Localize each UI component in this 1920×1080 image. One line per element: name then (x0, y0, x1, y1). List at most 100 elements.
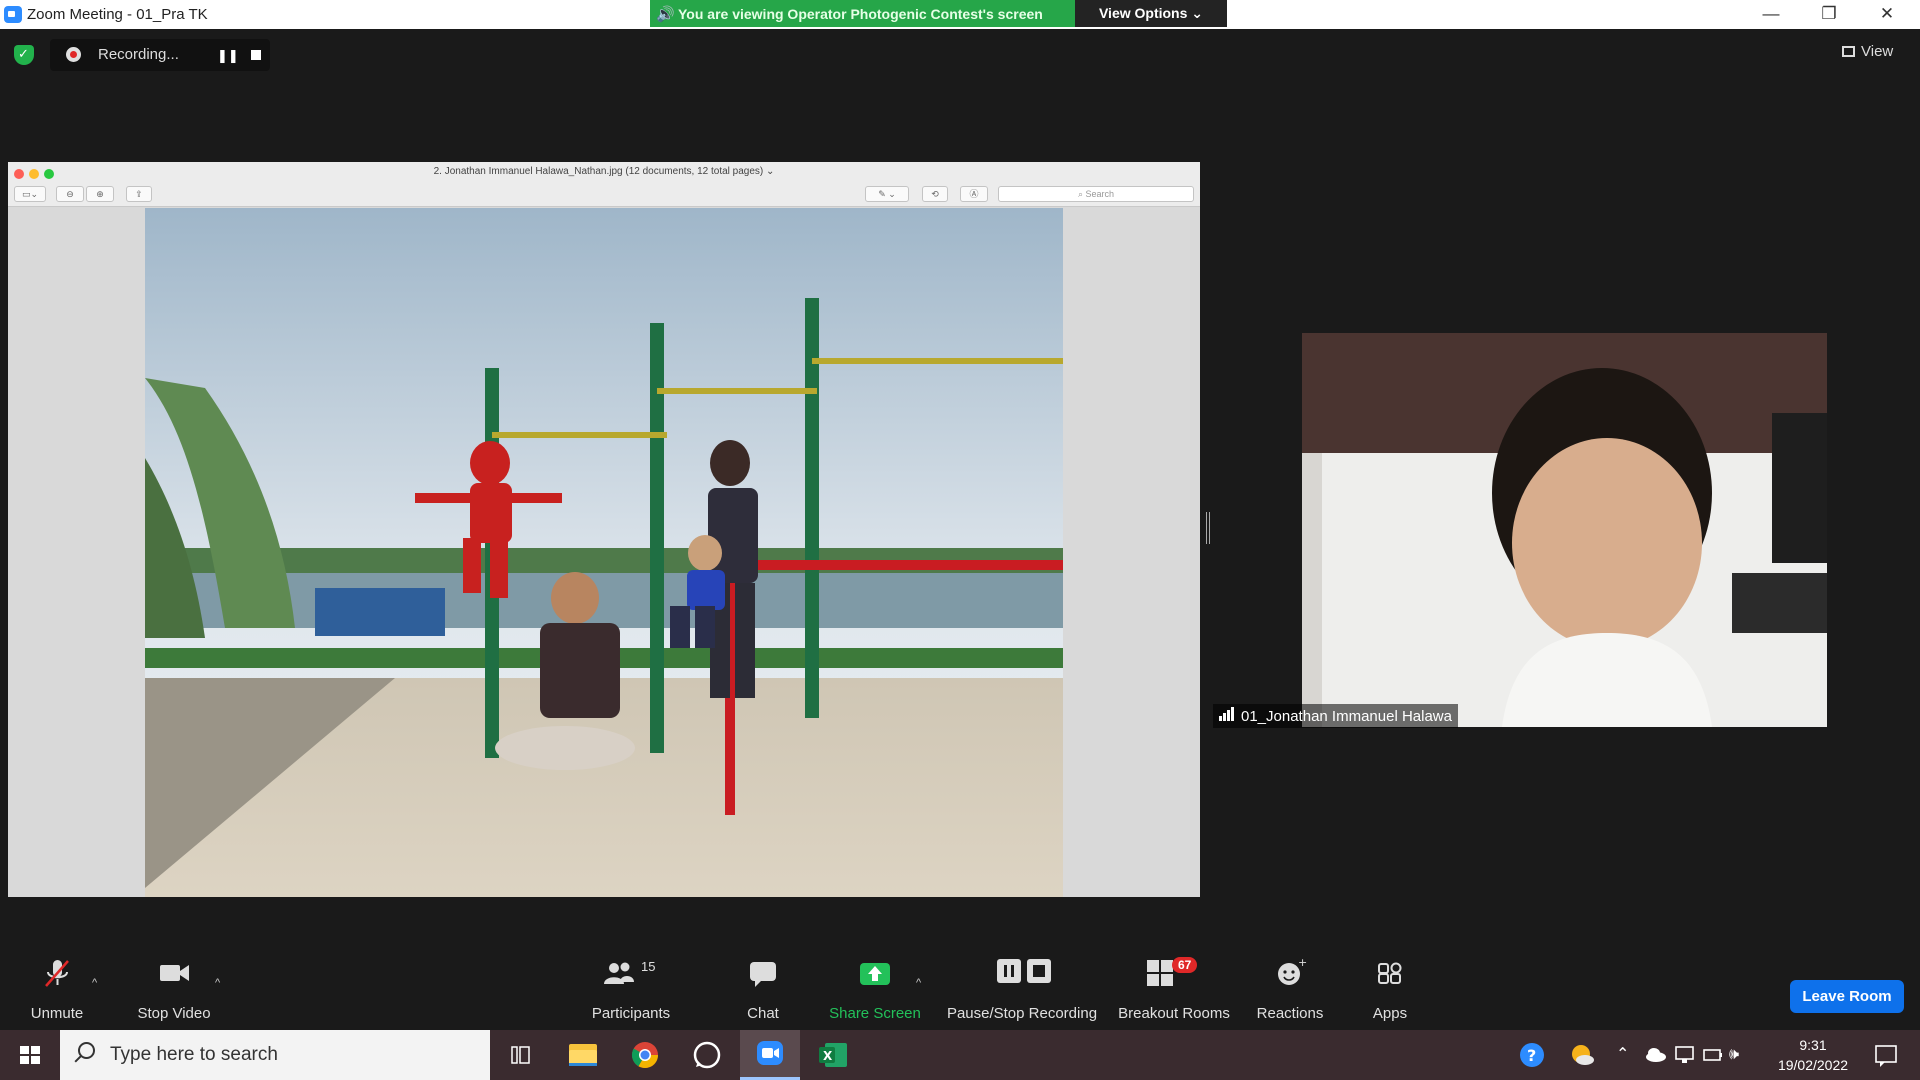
chat-label: Chat (747, 1005, 779, 1022)
help-icon[interactable]: ? (1517, 1030, 1547, 1080)
search-icon (78, 1042, 95, 1059)
participants-label: Participants (591, 1005, 671, 1022)
breakout-rooms-label: Breakout Rooms (1118, 1005, 1230, 1022)
whatsapp-icon (693, 1041, 721, 1069)
file-explorer-button[interactable] (553, 1030, 613, 1080)
zoom-out-icon: ⊖ (56, 186, 84, 202)
muted-mic-icon (39, 955, 75, 991)
document-title: 2. Jonathan Immanuel Halawa_Nathan.jpg (… (433, 166, 775, 177)
excel-button[interactable]: X (803, 1030, 863, 1080)
reactions-label: Reactions (1256, 1005, 1324, 1022)
svg-text:?: ? (1527, 1046, 1536, 1065)
screen-share-banner: 🔊 You are viewing Operator Photogenic Co… (650, 0, 1075, 27)
title-bar: Zoom Meeting - 01_Pra TK 🔊 You are viewi… (0, 0, 1920, 29)
svg-text:+: + (1298, 956, 1307, 969)
windows-logo-icon (20, 1046, 40, 1064)
breakout-rooms-button[interactable]: 67 Breakout Rooms (1110, 955, 1238, 1029)
taskbar-clock[interactable]: 9:31 19/02/2022 (1758, 1035, 1868, 1075)
network-icon[interactable] (1673, 1030, 1697, 1080)
speaker-icon: 🔊 (656, 6, 675, 23)
chat-bubble-icon (745, 955, 781, 991)
apps-label: Apps (1372, 1005, 1408, 1022)
breakout-rooms-icon: 67 (1144, 955, 1204, 991)
reactions-button[interactable]: + Reactions (1245, 955, 1335, 1029)
pause-stop-recording-label: Pause/Stop Recording (946, 1005, 1098, 1022)
preview-search-field: ⌕ Search (998, 186, 1194, 202)
view-button[interactable]: View (1842, 38, 1908, 66)
reactions-smiley-icon: + (1272, 955, 1308, 991)
share-banner-text: You are viewing Operator Photogenic Cont… (678, 6, 1043, 22)
pause-recording-button[interactable]: ❚❚ (217, 48, 239, 64)
markup-pen-icon: ✎ ⌄ (865, 186, 909, 202)
encryption-shield-icon[interactable] (14, 45, 34, 65)
share-screen-label: Share Screen (829, 1005, 921, 1022)
excel-icon: X (819, 1043, 847, 1067)
tray-overflow-chevron-icon[interactable]: ⌃ (1616, 1030, 1636, 1080)
stop-video-button[interactable]: Stop Video (128, 955, 220, 1029)
close-button[interactable]: ✕ (1858, 0, 1916, 29)
windows-start-button[interactable] (0, 1030, 60, 1080)
pause-stop-recording-button[interactable]: Pause/Stop Recording (940, 955, 1104, 1029)
participant-video[interactable] (1302, 333, 1827, 727)
apps-icon (1372, 955, 1408, 991)
svg-text:X: X (823, 1049, 833, 1063)
chrome-icon (631, 1042, 659, 1069)
share-screen-button[interactable]: Share Screen (825, 955, 925, 1029)
onedrive-cloud-icon[interactable] (1643, 1030, 1669, 1080)
minimize-button[interactable]: — (1742, 0, 1800, 29)
zoom-taskbar-button[interactable] (740, 1030, 800, 1080)
chat-button[interactable]: Chat (733, 955, 793, 1029)
shared-screen: 2. Jonathan Immanuel Halawa_Nathan.jpg (… (8, 162, 1200, 897)
zoom-icon (757, 1041, 783, 1065)
meeting-controls: Unmute ^ Stop Video ^ 15 Participants Ch… (0, 955, 1920, 1029)
task-view-icon (511, 1046, 530, 1064)
signal-strength-icon (1219, 707, 1235, 725)
sidebar-toggle-icon: ▭⌄ (14, 186, 46, 202)
share-options-caret[interactable]: ^ (916, 977, 921, 989)
zoom-app-icon (4, 6, 22, 23)
chrome-button[interactable] (615, 1030, 675, 1080)
participants-button[interactable]: 15 Participants (585, 955, 677, 1029)
participant-name: 01_Jonathan Immanuel Halawa (1241, 708, 1452, 725)
unmute-button[interactable]: Unmute (18, 955, 96, 1029)
apps-button[interactable]: Apps (1355, 955, 1425, 1029)
pause-stop-recording-icon (991, 955, 1053, 991)
share-screen-icon (857, 955, 893, 991)
close-dot-icon (14, 169, 24, 179)
battery-icon[interactable] (1701, 1030, 1725, 1080)
participants-icon: 15 (601, 955, 661, 991)
record-dot-icon (66, 47, 81, 62)
volume-icon[interactable]: 🕪 (1729, 1030, 1755, 1080)
windows-taskbar: Type here to search X ? ⌃ 🕪 9:31 19/02/2… (0, 1030, 1920, 1080)
folder-icon (569, 1044, 597, 1066)
stop-recording-button[interactable] (251, 50, 261, 60)
view-button-label: View (1861, 43, 1894, 60)
task-view-button[interactable] (490, 1030, 550, 1080)
taskbar-search-box[interactable]: Type here to search (60, 1030, 490, 1080)
audio-options-caret[interactable]: ^ (92, 977, 97, 989)
restore-button[interactable]: ❐ (1800, 0, 1858, 29)
preview-toolbar: ▭⌄ ⊖ ⊕ ⇪ ✎ ⌄ ⟲ Ⓐ ⌕ Search (8, 182, 1200, 207)
view-options-button[interactable]: View Options ⌄ (1075, 0, 1227, 27)
weather-icon[interactable] (1567, 1030, 1597, 1080)
preview-window-titlebar: 2. Jonathan Immanuel Halawa_Nathan.jpg (… (8, 162, 1200, 182)
breakout-rooms-badge: 67 (1172, 957, 1198, 973)
clock-time: 9:31 (1799, 1037, 1827, 1053)
leave-room-button[interactable]: Leave Room (1790, 980, 1904, 1013)
panel-resize-handle[interactable] (1206, 512, 1210, 544)
participant-name-tag: 01_Jonathan Immanuel Halawa (1213, 704, 1458, 728)
share-icon: ⇪ (126, 186, 152, 202)
window-title: Zoom Meeting - 01_Pra TK (27, 6, 208, 23)
stop-video-label: Stop Video (137, 1005, 211, 1022)
recording-label: Recording... (98, 46, 179, 63)
clock-date: 19/02/2022 (1777, 1057, 1849, 1073)
annotate-icon: Ⓐ (960, 186, 988, 202)
video-options-caret[interactable]: ^ (215, 977, 220, 989)
participant-count: 15 (641, 959, 656, 974)
recording-indicator: Recording... ❚❚ (50, 39, 270, 71)
taskbar-search-placeholder: Type here to search (110, 1044, 278, 1065)
rotate-icon: ⟲ (922, 186, 948, 202)
notifications-icon[interactable] (1866, 1030, 1906, 1080)
whatsapp-button[interactable] (677, 1030, 737, 1080)
participant-video-frame (1302, 333, 1827, 727)
